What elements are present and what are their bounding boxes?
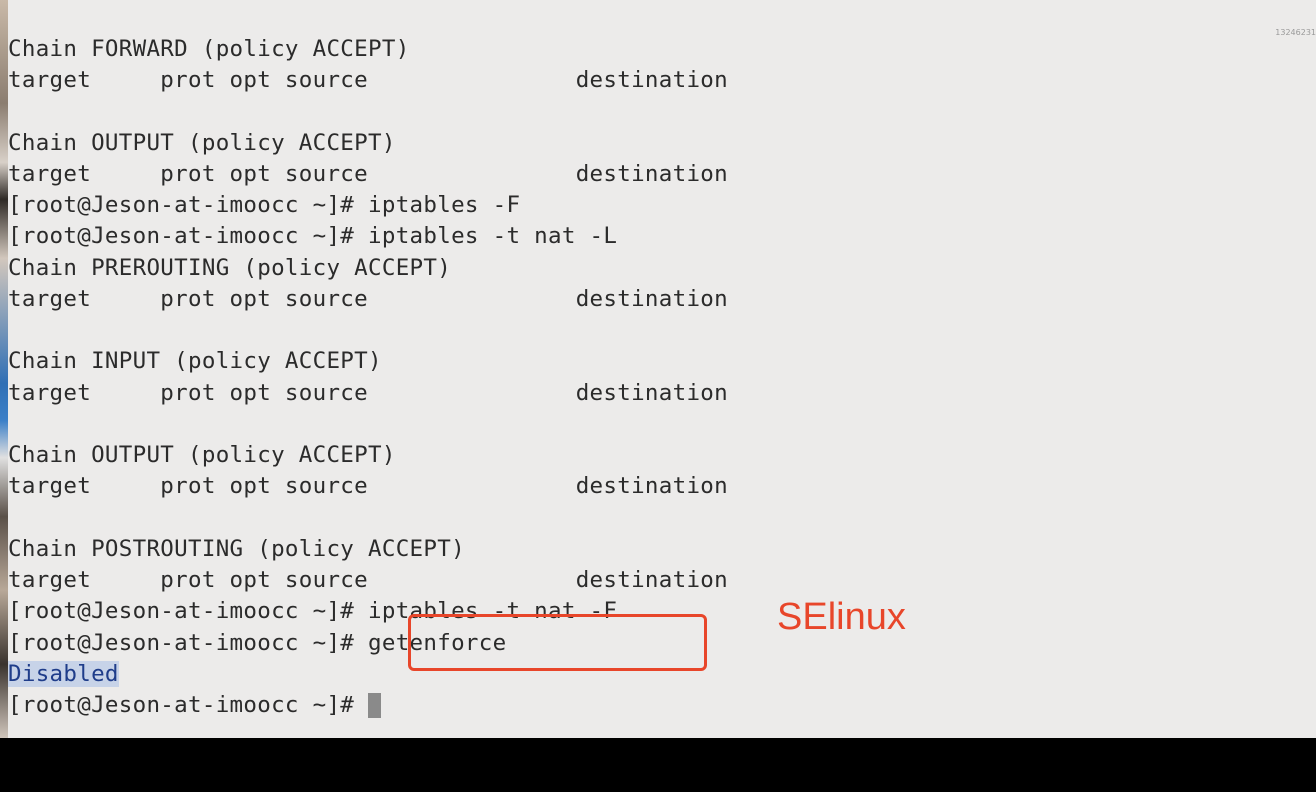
selected-text[interactable]: Disabled bbox=[8, 661, 119, 687]
terminal-line: target prot opt source destination bbox=[8, 286, 728, 312]
terminal-line: Chain OUTPUT (policy ACCEPT) bbox=[8, 442, 396, 468]
terminal-prompt-line[interactable]: [root@Jeson-at-imoocc ~]# bbox=[8, 690, 381, 720]
terminal-line: Chain PREROUTING (policy ACCEPT) bbox=[8, 255, 452, 281]
terminal-line: target prot opt source destination bbox=[8, 67, 728, 93]
bottom-black-bar bbox=[0, 738, 1316, 792]
terminal-line: target prot opt source destination bbox=[8, 473, 728, 499]
terminal-window[interactable]: 13246231 Chain FORWARD (policy ACCEPT) t… bbox=[8, 0, 1316, 738]
terminal-line: [root@Jeson-at-imoocc ~]# iptables -F bbox=[8, 192, 521, 218]
terminal-line: Chain FORWARD (policy ACCEPT) bbox=[8, 36, 410, 62]
terminal-line: target prot opt source destination bbox=[8, 567, 728, 593]
terminal-line: Chain OUTPUT (policy ACCEPT) bbox=[8, 130, 396, 156]
terminal-line: Chain INPUT (policy ACCEPT) bbox=[8, 348, 382, 374]
annotation-highlight-box bbox=[408, 614, 707, 671]
terminal-line: Chain POSTROUTING (policy ACCEPT) bbox=[8, 536, 465, 562]
terminal-output-selected: Disabled bbox=[8, 659, 119, 689]
text-cursor bbox=[368, 693, 381, 718]
terminal-line: target prot opt source destination bbox=[8, 161, 728, 187]
watermark-text: 13246231 bbox=[1275, 28, 1316, 37]
terminal-line: target prot opt source destination bbox=[8, 380, 728, 406]
prompt-text: [root@Jeson-at-imoocc ~]# bbox=[8, 692, 368, 718]
terminal-line: [root@Jeson-at-imoocc ~]# iptables -t na… bbox=[8, 223, 618, 249]
background-desktop-strip bbox=[0, 0, 8, 738]
annotation-label: SElinux bbox=[777, 596, 906, 638]
